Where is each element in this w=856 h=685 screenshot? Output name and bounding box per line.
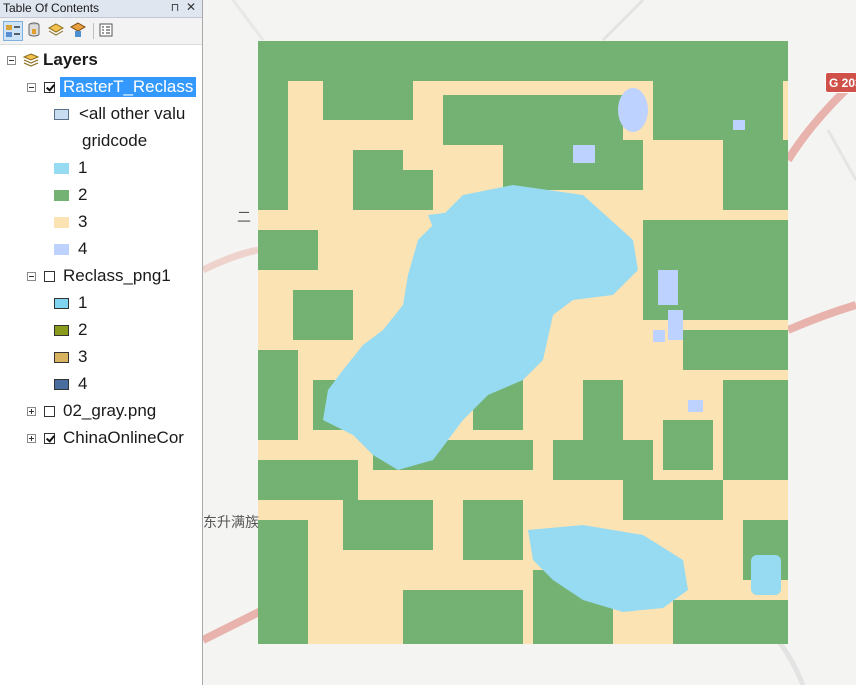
- rastert-reclass-collapse-toggle[interactable]: [27, 83, 36, 92]
- china-online-visibility-checkbox[interactable]: [44, 433, 55, 444]
- legend-label: 2: [78, 185, 88, 204]
- legend-label: 1: [78, 293, 88, 312]
- china-online-label[interactable]: ChinaOnlineCor: [63, 428, 184, 448]
- pin-icon[interactable]: ⊓: [168, 1, 182, 15]
- reclass-png1-label[interactable]: Reclass_png1: [63, 266, 171, 286]
- map-label-bottom-left: 东升满族: [203, 514, 259, 530]
- layer-row-china-online[interactable]: ChinaOnlineCor: [0, 426, 202, 452]
- 02-gray-label[interactable]: 02_gray.png: [63, 401, 156, 421]
- small-pond: [751, 555, 781, 595]
- 02-gray-visibility-checkbox[interactable]: [44, 406, 55, 417]
- rastert-reclass-visibility-checkbox[interactable]: [44, 82, 55, 93]
- legend-swatch: [54, 217, 69, 228]
- options-icon[interactable]: [97, 21, 117, 41]
- highway-shield: G 203: [825, 72, 856, 93]
- legend-item: 2: [0, 183, 202, 209]
- layer-row-02-gray[interactable]: 02_gray.png: [0, 399, 202, 425]
- list-by-drawing-order-icon[interactable]: [3, 21, 23, 41]
- layer-row-reclass-png1[interactable]: Reclass_png1: [0, 264, 202, 290]
- legend-label: 3: [78, 347, 88, 366]
- legend-label: 4: [78, 374, 88, 393]
- legend-item: 1: [0, 156, 202, 182]
- layer-row-rastert-reclass[interactable]: RasterT_Reclass: [0, 75, 202, 101]
- toolbar-separator: [93, 23, 94, 39]
- list-by-source-icon[interactable]: [25, 21, 45, 41]
- layers-collapse-toggle[interactable]: [7, 56, 16, 65]
- legend-item: 4: [0, 372, 202, 398]
- legend-swatch: [54, 163, 69, 174]
- legend-item: 1: [0, 291, 202, 317]
- legend-label: <all other valu: [79, 104, 186, 123]
- reclass-png1-visibility-checkbox[interactable]: [44, 271, 55, 282]
- reclass-png1-collapse-toggle[interactable]: [27, 272, 36, 281]
- list-by-selection-icon[interactable]: [69, 21, 89, 41]
- table-of-contents-panel: Table Of Contents ⊓ ✕ Layers RasterT_Rec…: [0, 0, 203, 685]
- 02-gray-expand-toggle[interactable]: [27, 407, 36, 416]
- legend-swatch: [54, 352, 69, 363]
- rastert-reclass-label[interactable]: RasterT_Reclass: [60, 77, 197, 97]
- legend-heading: gridcode: [0, 129, 202, 155]
- layers-root-label: Layers: [43, 50, 98, 69]
- legend-label: 1: [78, 158, 88, 177]
- legend-item: 3: [0, 345, 202, 371]
- legend-item: 2: [0, 318, 202, 344]
- legend-swatch: [54, 298, 69, 309]
- legend-field-name: gridcode: [82, 131, 148, 150]
- close-icon[interactable]: ✕: [184, 0, 198, 15]
- legend-swatch: [54, 379, 69, 390]
- legend-swatch: [54, 325, 69, 336]
- legend-item: <all other valu: [0, 102, 202, 128]
- legend-swatch: [54, 244, 69, 255]
- china-online-expand-toggle[interactable]: [27, 434, 36, 443]
- legend-label: 4: [78, 239, 88, 258]
- map-canvas[interactable]: [203, 0, 856, 685]
- legend-item: 3: [0, 210, 202, 236]
- toc-toolbar: [0, 18, 202, 45]
- layers-icon: [22, 52, 40, 70]
- layers-root-row[interactable]: Layers: [0, 48, 202, 74]
- list-by-visibility-icon[interactable]: [47, 21, 67, 41]
- toc-title-bar: Table Of Contents ⊓ ✕: [0, 0, 202, 18]
- map-label-top-left: 二: [237, 209, 251, 225]
- legend-label: 3: [78, 212, 88, 231]
- map-view[interactable]: 二 东升满族 G 203: [203, 0, 856, 685]
- legend-label: 2: [78, 320, 88, 339]
- legend-item: 4: [0, 237, 202, 263]
- legend-swatch: [54, 109, 69, 120]
- toc-title: Table Of Contents: [3, 1, 100, 15]
- legend-swatch: [54, 190, 69, 201]
